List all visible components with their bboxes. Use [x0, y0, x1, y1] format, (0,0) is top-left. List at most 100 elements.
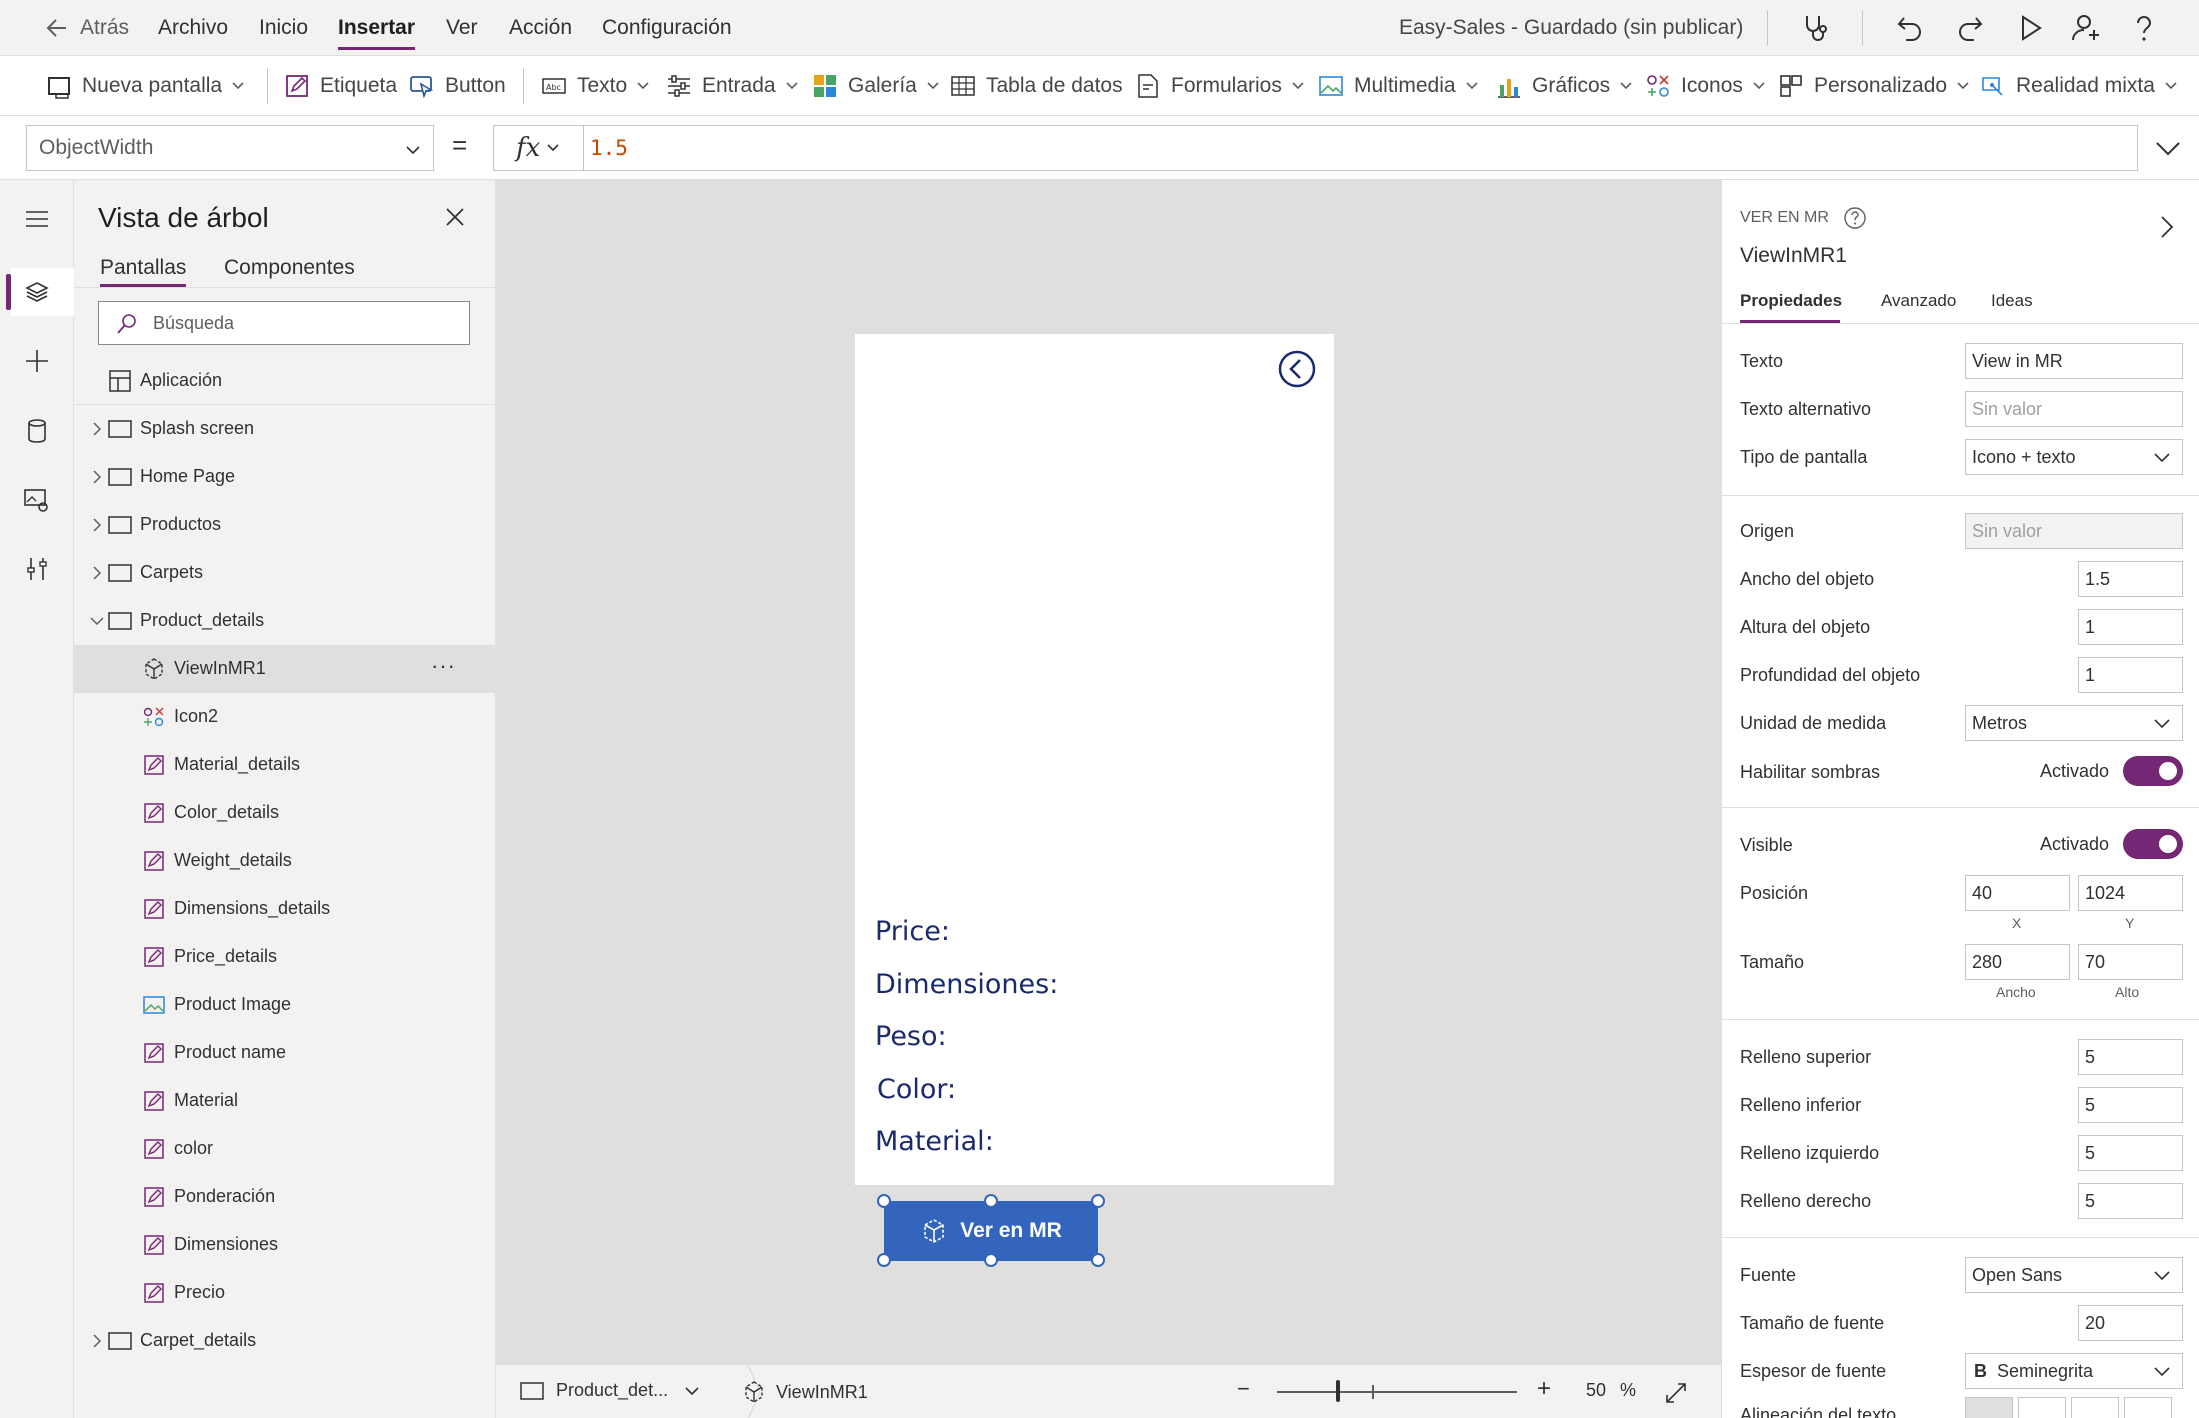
resize-handle[interactable] — [877, 1194, 891, 1208]
menu-inicio[interactable]: Inicio — [259, 16, 308, 40]
tree-item-control[interactable]: Product Image — [74, 981, 495, 1029]
width-field[interactable]: 280 — [1965, 944, 2070, 980]
play-icon[interactable] — [2014, 12, 2046, 44]
shadows-toggle[interactable] — [2123, 756, 2183, 786]
chevron-right-icon[interactable] — [90, 422, 104, 436]
expand-formula-icon[interactable] — [2155, 138, 2181, 158]
database-icon[interactable] — [22, 416, 52, 446]
menu-accion[interactable]: Acción — [509, 16, 572, 40]
tab-propiedades[interactable]: Propiedades — [1740, 291, 1842, 311]
custom-menu[interactable]: Personalizado — [1778, 70, 1970, 102]
tab-avanzado[interactable]: Avanzado — [1881, 291, 1956, 311]
zoom-in-button[interactable]: + — [1537, 1375, 1551, 1403]
tree-item-control[interactable]: Dimensiones — [74, 1221, 495, 1269]
visible-toggle[interactable] — [2123, 829, 2183, 859]
icons-menu[interactable]: Iconos — [1645, 70, 1766, 102]
plus-icon[interactable] — [22, 346, 52, 376]
tree-item-control[interactable]: Material_details — [74, 741, 495, 789]
add-user-icon[interactable] — [2070, 12, 2102, 44]
material-label[interactable]: Material: — [875, 1126, 994, 1157]
tree-item-control[interactable]: Material — [74, 1077, 495, 1125]
chevron-right-icon[interactable] — [90, 518, 104, 532]
zoom-slider-track[interactable] — [1277, 1391, 1517, 1393]
chevron-right-icon[interactable] — [90, 566, 104, 580]
align-justify-button[interactable] — [2124, 1397, 2172, 1418]
weight-label[interactable]: Peso: — [875, 1021, 947, 1052]
redo-icon[interactable] — [1954, 12, 1986, 44]
menu-archivo[interactable]: Archivo — [158, 16, 228, 40]
label-button[interactable]: Etiqueta — [284, 70, 397, 102]
zoom-out-button[interactable]: − — [1237, 1376, 1250, 1402]
tab-componentes[interactable]: Componentes — [224, 256, 355, 280]
padding-left-field[interactable]: 5 — [2078, 1135, 2183, 1171]
chevron-right-icon[interactable] — [90, 470, 104, 484]
tree-item-screen[interactable]: Product_details — [74, 597, 495, 645]
resize-handle[interactable] — [984, 1194, 998, 1208]
object-depth-field[interactable]: 1 — [2078, 657, 2183, 693]
back-button[interactable]: Atrás — [46, 16, 129, 40]
tree-item-screen[interactable]: Carpets — [74, 549, 495, 597]
chevron-right-icon[interactable] — [90, 1334, 104, 1348]
dimensions-label[interactable]: Dimensiones: — [875, 969, 1058, 1000]
formula-input[interactable]: fx 1.5 — [493, 125, 2138, 171]
tree-item-control[interactable]: Precio — [74, 1269, 495, 1317]
media-library-icon[interactable] — [22, 485, 52, 515]
chevron-right-icon[interactable] — [2159, 214, 2175, 240]
zoom-slider-thumb[interactable] — [1336, 1380, 1340, 1402]
align-center-button[interactable] — [2018, 1397, 2066, 1418]
tree-item-screen[interactable]: Carpet_details — [74, 1317, 495, 1365]
alt-text-field[interactable]: Sin valor — [1965, 391, 2183, 427]
close-icon[interactable] — [444, 206, 466, 228]
texto-field[interactable]: View in MR — [1965, 343, 2183, 379]
more-options-icon[interactable]: ··· — [431, 653, 456, 679]
gallery-menu[interactable]: Galería — [812, 70, 940, 102]
new-screen-button[interactable]: Nueva pantalla — [46, 70, 245, 102]
canvas[interactable]: Price: Dimensiones: Peso: Color: Materia… — [496, 180, 1721, 1364]
tree-item-control[interactable]: Price_details — [74, 933, 495, 981]
forms-menu[interactable]: Formularios — [1135, 70, 1305, 102]
layers-icon[interactable] — [22, 277, 52, 307]
align-left-button[interactable] — [1965, 1397, 2013, 1418]
source-field[interactable]: Sin valor — [1965, 513, 2183, 549]
padding-right-field[interactable]: 5 — [2078, 1183, 2183, 1219]
tree-item-screen[interactable]: Productos — [74, 501, 495, 549]
object-width-field[interactable]: 1.5 — [2078, 561, 2183, 597]
font-dropdown[interactable]: Open Sans — [1965, 1257, 2183, 1293]
tree-item-control[interactable]: Color_details — [74, 789, 495, 837]
tree-item-app[interactable]: Aplicación — [74, 357, 495, 405]
screen-breadcrumb[interactable]: Product_det... — [520, 1380, 700, 1401]
display-type-dropdown[interactable]: Icono + texto — [1965, 439, 2183, 475]
price-label[interactable]: Price: — [875, 916, 950, 947]
fit-to-window-icon[interactable] — [1664, 1381, 1688, 1405]
control-name[interactable]: ViewInMR1 — [1740, 244, 1847, 268]
search-input[interactable]: Búsqueda — [98, 301, 470, 345]
text-menu[interactable]: Abc Texto — [541, 70, 650, 102]
property-dropdown[interactable]: ObjectWidth — [26, 125, 434, 171]
tree-item-control[interactable]: Ponderación — [74, 1173, 495, 1221]
height-field[interactable]: 70 — [2078, 944, 2183, 980]
charts-menu[interactable]: Gráficos — [1496, 70, 1633, 102]
resize-handle[interactable] — [877, 1253, 891, 1267]
position-y-field[interactable]: 1024 — [2078, 875, 2183, 911]
media-menu[interactable]: Multimedia — [1318, 70, 1479, 102]
input-menu[interactable]: Entrada — [666, 70, 799, 102]
tools-icon[interactable] — [22, 554, 52, 584]
resize-handle[interactable] — [984, 1253, 998, 1267]
padding-bottom-field[interactable]: 5 — [2078, 1087, 2183, 1123]
data-table-button[interactable]: Tabla de datos — [950, 70, 1123, 102]
tree-item-screen[interactable]: Splash screen — [74, 405, 495, 453]
menu-insertar[interactable]: Insertar — [338, 16, 415, 40]
view-in-mr-button[interactable]: Ver en MR — [884, 1202, 1098, 1260]
stethoscope-icon[interactable] — [1799, 12, 1831, 44]
undo-icon[interactable] — [1894, 12, 1926, 44]
fx-button[interactable]: fx — [494, 126, 584, 170]
align-right-button[interactable] — [2071, 1397, 2119, 1418]
menu-ver[interactable]: Ver — [446, 16, 478, 40]
tab-ideas[interactable]: Ideas — [1991, 291, 2033, 311]
tree-item-control[interactable]: Weight_details — [74, 837, 495, 885]
tree-item-control[interactable]: Dimensions_details — [74, 885, 495, 933]
font-size-field[interactable]: 20 — [2078, 1305, 2183, 1341]
tree-item-control[interactable]: ViewInMR1 ··· — [74, 645, 495, 693]
help-icon[interactable] — [2128, 12, 2160, 44]
button-insert[interactable]: Button — [409, 70, 506, 102]
